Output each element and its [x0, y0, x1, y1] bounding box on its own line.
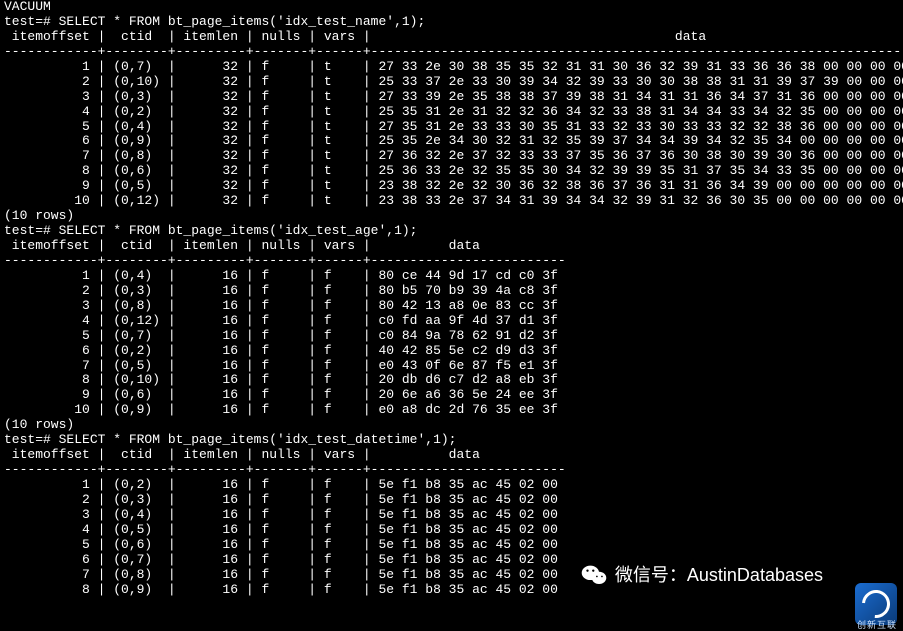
terminal-line: 8 | (0,6) | 32 | f | t | 25 36 33 2e 32 … — [4, 164, 899, 179]
terminal-line: 6 | (0,2) | 16 | f | f | 40 42 85 5e c2 … — [4, 344, 899, 359]
terminal-line: 3 | (0,8) | 16 | f | f | 80 42 13 a8 0e … — [4, 299, 899, 314]
terminal-line: 7 | (0,5) | 16 | f | f | e0 43 0f 6e 87 … — [4, 359, 899, 374]
terminal-line: 7 | (0,8) | 32 | f | t | 27 36 32 2e 37 … — [4, 149, 899, 164]
terminal-line: 4 | (0,5) | 16 | f | f | 5e f1 b8 35 ac … — [4, 523, 899, 538]
terminal-line: 5 | (0,4) | 32 | f | t | 27 35 31 2e 33 … — [4, 120, 899, 135]
terminal-line: 3 | (0,4) | 16 | f | f | 5e f1 b8 35 ac … — [4, 508, 899, 523]
terminal-line: ------------+--------+---------+-------+… — [4, 463, 899, 478]
wechat-icon — [581, 564, 607, 586]
terminal-line: 8 | (0,10) | 16 | f | f | 20 db d6 c7 d2… — [4, 373, 899, 388]
terminal-line: 6 | (0,9) | 32 | f | t | 25 35 2e 34 30 … — [4, 134, 899, 149]
watermark-text: 微信号：AustinDatabases — [615, 565, 823, 586]
terminal-line: 2 | (0,3) | 16 | f | f | 5e f1 b8 35 ac … — [4, 493, 899, 508]
terminal-line: itemoffset | ctid | itemlen | nulls | va… — [4, 239, 899, 254]
terminal-line: itemoffset | ctid | itemlen | nulls | va… — [4, 30, 899, 45]
terminal-line: 5 | (0,6) | 16 | f | f | 5e f1 b8 35 ac … — [4, 538, 899, 553]
terminal-line: 1 | (0,7) | 32 | f | t | 27 33 2e 30 38 … — [4, 60, 899, 75]
terminal-line: test=# SELECT * FROM bt_page_items('idx_… — [4, 433, 899, 448]
terminal-line: 1 | (0,2) | 16 | f | f | 5e f1 b8 35 ac … — [4, 478, 899, 493]
terminal-line: test=# SELECT * FROM bt_page_items('idx_… — [4, 224, 899, 239]
terminal-line: VACUUM — [4, 0, 899, 15]
terminal-line: (10 rows) — [4, 418, 899, 433]
terminal-line: 2 | (0,3) | 16 | f | f | 80 b5 70 b9 39 … — [4, 284, 899, 299]
terminal-line: ------------+--------+---------+-------+… — [4, 254, 899, 269]
watermark: 微信号：AustinDatabases — [581, 564, 823, 586]
terminal-line: test=# SELECT * FROM bt_page_items('idx_… — [4, 15, 899, 30]
terminal-line: 1 | (0,4) | 16 | f | f | 80 ce 44 9d 17 … — [4, 269, 899, 284]
terminal-line: 10 | (0,9) | 16 | f | f | e0 a8 dc 2d 76… — [4, 403, 899, 418]
terminal-line: (10 rows) — [4, 209, 899, 224]
terminal-line: 9 | (0,5) | 32 | f | t | 23 38 32 2e 32 … — [4, 179, 899, 194]
terminal-output: VACUUMtest=# SELECT * FROM bt_page_items… — [0, 0, 903, 598]
terminal-line: 10 | (0,12) | 32 | f | t | 23 38 33 2e 3… — [4, 194, 899, 209]
terminal-line: itemoffset | ctid | itemlen | nulls | va… — [4, 448, 899, 463]
terminal-line: 5 | (0,7) | 16 | f | f | c0 84 9a 78 62 … — [4, 329, 899, 344]
terminal-line: ------------+--------+---------+-------+… — [4, 45, 899, 60]
terminal-line: 9 | (0,6) | 16 | f | f | 20 6e a6 36 5e … — [4, 388, 899, 403]
terminal-line: 4 | (0,12) | 16 | f | f | c0 fd aa 9f 4d… — [4, 314, 899, 329]
corner-logo-caption: 创新互联 — [857, 620, 897, 630]
terminal-line: 4 | (0,2) | 32 | f | t | 25 35 31 2e 31 … — [4, 105, 899, 120]
terminal-line: 3 | (0,3) | 32 | f | t | 27 33 39 2e 35 … — [4, 90, 899, 105]
terminal-line: 2 | (0,10) | 32 | f | t | 25 33 37 2e 33… — [4, 75, 899, 90]
